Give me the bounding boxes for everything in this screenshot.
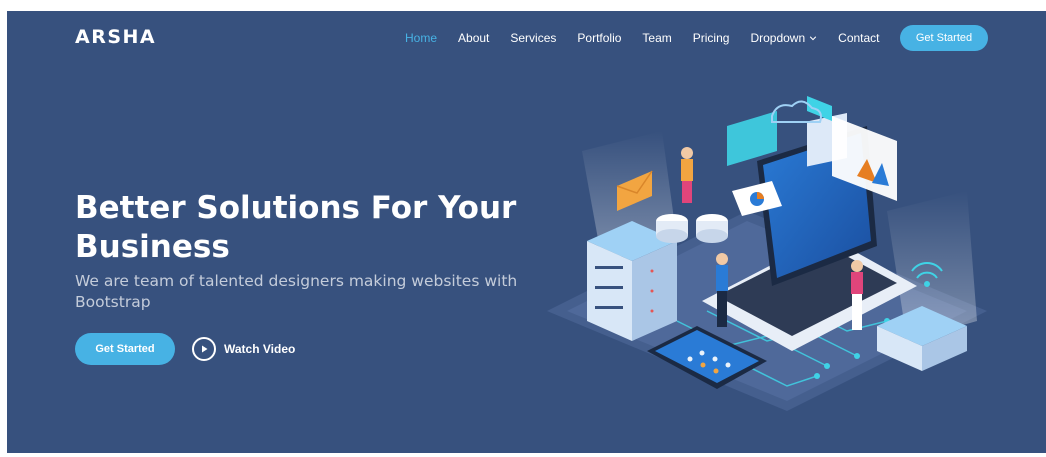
hero-illustration — [547, 96, 987, 411]
get-started-button[interactable]: Get Started — [900, 25, 988, 51]
person-figure-top — [681, 147, 693, 203]
play-icon — [192, 337, 216, 361]
nav-dropdown-label: Dropdown — [750, 31, 806, 45]
hero-title: Better Solutions For Your Business — [75, 190, 517, 265]
nav-about[interactable]: About — [458, 31, 489, 45]
hero-get-started-button[interactable]: Get Started — [75, 333, 175, 365]
watch-video-label: Watch Video — [224, 342, 296, 356]
hero-subtitle: We are team of talented designers making… — [75, 272, 518, 311]
nav-home[interactable]: Home — [405, 31, 437, 45]
site-header: ARSHA Home About Services Portfolio Team… — [7, 11, 1046, 63]
logo[interactable]: ARSHA — [75, 26, 156, 48]
nav-contact[interactable]: Contact — [838, 31, 879, 45]
page-frame: ARSHA Home About Services Portfolio Team… — [7, 11, 1046, 453]
nav-services[interactable]: Services — [510, 31, 556, 45]
chevron-down-icon — [809, 36, 817, 41]
nav-dropdown[interactable]: Dropdown — [750, 31, 817, 45]
main-nav: Home About Services Portfolio Team Prici… — [405, 30, 901, 46]
nav-pricing[interactable]: Pricing — [693, 31, 730, 45]
watch-video-button[interactable]: Watch Video — [192, 337, 295, 361]
nav-portfolio[interactable]: Portfolio — [577, 31, 621, 45]
nav-team[interactable]: Team — [642, 31, 671, 45]
